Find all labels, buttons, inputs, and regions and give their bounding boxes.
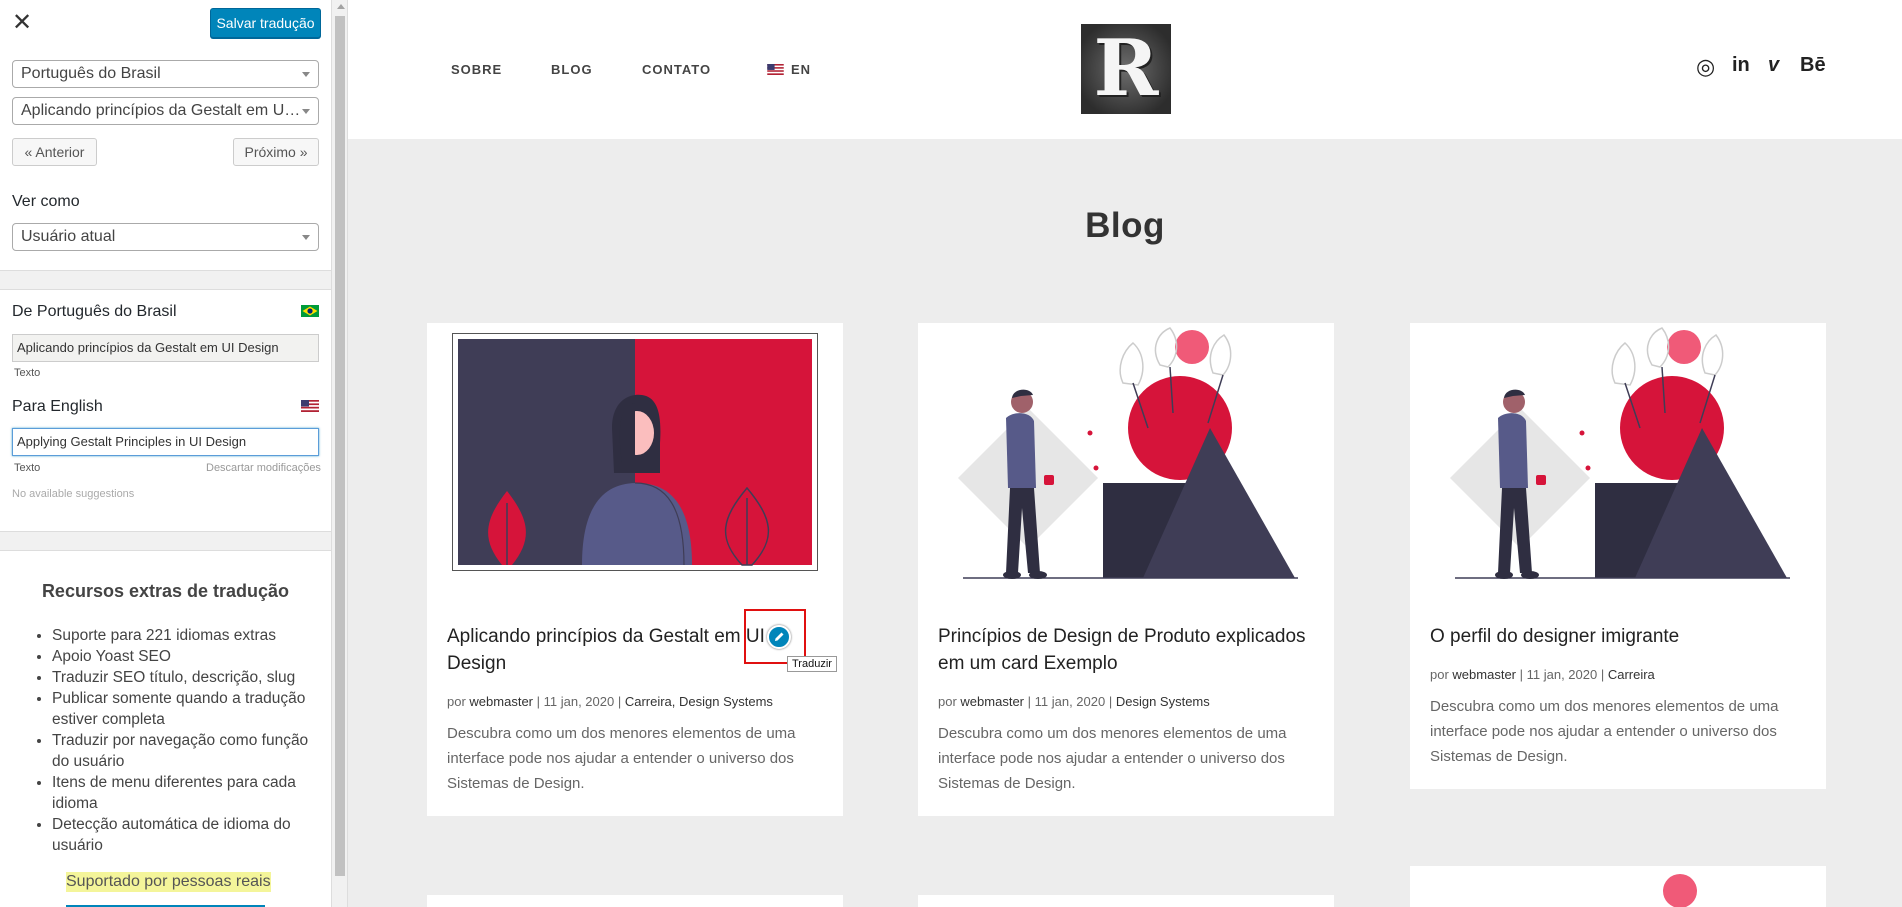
previous-button[interactable]: « Anterior <box>12 138 97 166</box>
post-date: 11 jan, 2020 <box>1034 694 1106 709</box>
behance-icon[interactable]: Bē <box>1800 54 1826 77</box>
close-icon[interactable]: ✕ <box>8 8 36 36</box>
extras-title: Recursos extras de tradução <box>41 581 290 601</box>
blog-card[interactable]: Princípios de Design de Produto explicad… <box>918 323 1334 816</box>
extras-box: Recursos extras de tradução Suporte para… <box>0 550 331 907</box>
view-as-label: Ver como <box>12 193 80 210</box>
post-excerpt: Descubra como um dos menores elementos d… <box>1430 698 1779 765</box>
post-date: 11 jan, 2020 <box>543 694 615 709</box>
list-item: Suporte para 221 idiomas extras <box>52 625 320 646</box>
page-title: Blog <box>1085 206 1165 245</box>
nav-item-blog[interactable]: BLOG <box>551 62 593 77</box>
language-select[interactable]: Português do Brasil <box>12 60 319 88</box>
next-button[interactable]: Próximo » <box>233 138 319 166</box>
post-thumbnail[interactable] <box>452 333 818 571</box>
list-item: Traduzir SEO título, descrição, slug <box>52 667 320 688</box>
page-select-value: Aplicando princípios da Gestalt em UI De… <box>21 102 301 119</box>
post-excerpt: Descubra como um dos menores elementos d… <box>938 725 1287 792</box>
logo-letter: R <box>1093 23 1159 114</box>
site-preview: SOBRE BLOG CONTATO EN R ◎ in v Bē Blog A… <box>348 0 1902 907</box>
vimeo-icon[interactable]: v <box>1768 54 1779 77</box>
list-item: Publicar somente quando a tradução estiv… <box>52 688 320 730</box>
brazil-flag-icon <box>301 305 319 317</box>
panel-controls: ✕ Salvar tradução Português do Brasil Ap… <box>0 0 331 271</box>
from-language-label: De Português do Brasil <box>12 303 177 320</box>
post-thumbnail[interactable] <box>1410 323 1826 583</box>
translation-editor: De Português do Brasil Aplicando princíp… <box>0 289 331 532</box>
post-author[interactable]: webmaster <box>1452 667 1516 682</box>
view-as-select[interactable]: Usuário atual <box>12 223 319 251</box>
panel-scrollbar[interactable] <box>331 0 347 907</box>
post-meta: por webmaster | 11 jan, 2020 | Carreira,… <box>447 694 773 709</box>
nav-item-contato[interactable]: CONTATO <box>642 62 711 77</box>
post-meta: por webmaster | 11 jan, 2020 | Design Sy… <box>938 694 1210 709</box>
blog-card[interactable] <box>918 895 1334 907</box>
post-categories[interactable]: Design Systems <box>1116 694 1210 709</box>
post-by: por <box>447 694 466 709</box>
post-by: por <box>1430 667 1449 682</box>
post-title[interactable]: O perfil do designer imigrante <box>1430 623 1810 650</box>
list-item: Traduzir por navegação como função do us… <box>52 730 320 772</box>
language-select-value: Português do Brasil <box>21 65 161 82</box>
list-item: Apoio Yoast SEO <box>52 646 320 667</box>
discard-changes-link[interactable]: Descartar modificações <box>206 462 321 474</box>
page-select[interactable]: Aplicando princípios da Gestalt em UI De… <box>12 97 319 125</box>
post-by: por <box>938 694 957 709</box>
post-author[interactable]: webmaster <box>469 694 533 709</box>
post-categories[interactable]: Carreira <box>1608 667 1655 682</box>
real-people-note: Suportado por pessoas reais <box>66 872 271 892</box>
suggestions-text: No available suggestions <box>12 488 135 500</box>
blog-card[interactable]: O perfil do designer imigrante por webma… <box>1410 323 1826 789</box>
blog-card[interactable] <box>1410 866 1826 907</box>
blog-card[interactable]: Aplicando princípios da Gestalt em UI De… <box>427 323 843 816</box>
extras-list: Suporte para 221 idiomas extras Apoio Yo… <box>52 625 320 856</box>
site-logo[interactable]: R <box>1081 24 1171 114</box>
source-text-box: Aplicando princípios da Gestalt em UI De… <box>12 334 319 362</box>
post-excerpt: Descubra como um dos menores elementos d… <box>447 725 796 792</box>
translation-input[interactable]: Applying Gestalt Principles in UI Design <box>12 428 319 456</box>
post-date: 11 jan, 2020 <box>1526 667 1598 682</box>
nav-item-sobre[interactable]: SOBRE <box>451 62 502 77</box>
post-categories[interactable]: Carreira, Design Systems <box>625 694 773 709</box>
source-type-label: Texto <box>14 367 41 379</box>
view-as-select-value: Usuário atual <box>21 228 116 245</box>
post-thumbnail[interactable] <box>918 323 1334 583</box>
blog-card[interactable] <box>427 895 843 907</box>
post-author[interactable]: webmaster <box>960 694 1024 709</box>
list-item: Detecção automática de idioma do usuário <box>52 814 320 856</box>
save-translation-button[interactable]: Salvar tradução <box>210 8 321 38</box>
translate-tooltip: Traduzir <box>787 656 837 672</box>
us-flag-icon <box>301 400 319 412</box>
post-title[interactable]: Princípios de Design de Produto explicad… <box>938 623 1318 677</box>
post-thumbnail[interactable] <box>1660 871 1700 907</box>
linkedin-icon[interactable]: in <box>1732 54 1750 77</box>
to-language-label: Para English <box>12 398 103 415</box>
pencil-icon[interactable] <box>767 625 791 649</box>
language-switcher[interactable]: EN <box>791 62 811 77</box>
translation-panel: ✕ Salvar tradução Português do Brasil Ap… <box>0 0 348 907</box>
instagram-icon[interactable]: ◎ <box>1696 54 1715 80</box>
site-header: SOBRE BLOG CONTATO EN R ◎ in v Bē <box>348 0 1902 139</box>
scroll-up-icon[interactable] <box>337 4 345 9</box>
target-type-label: Texto <box>14 462 41 474</box>
scroll-thumb[interactable] <box>335 16 345 876</box>
list-item: Itens de menu diferentes para cada idiom… <box>52 772 320 814</box>
post-meta: por webmaster | 11 jan, 2020 | Carreira <box>1430 667 1655 682</box>
us-flag-icon[interactable] <box>767 64 784 75</box>
